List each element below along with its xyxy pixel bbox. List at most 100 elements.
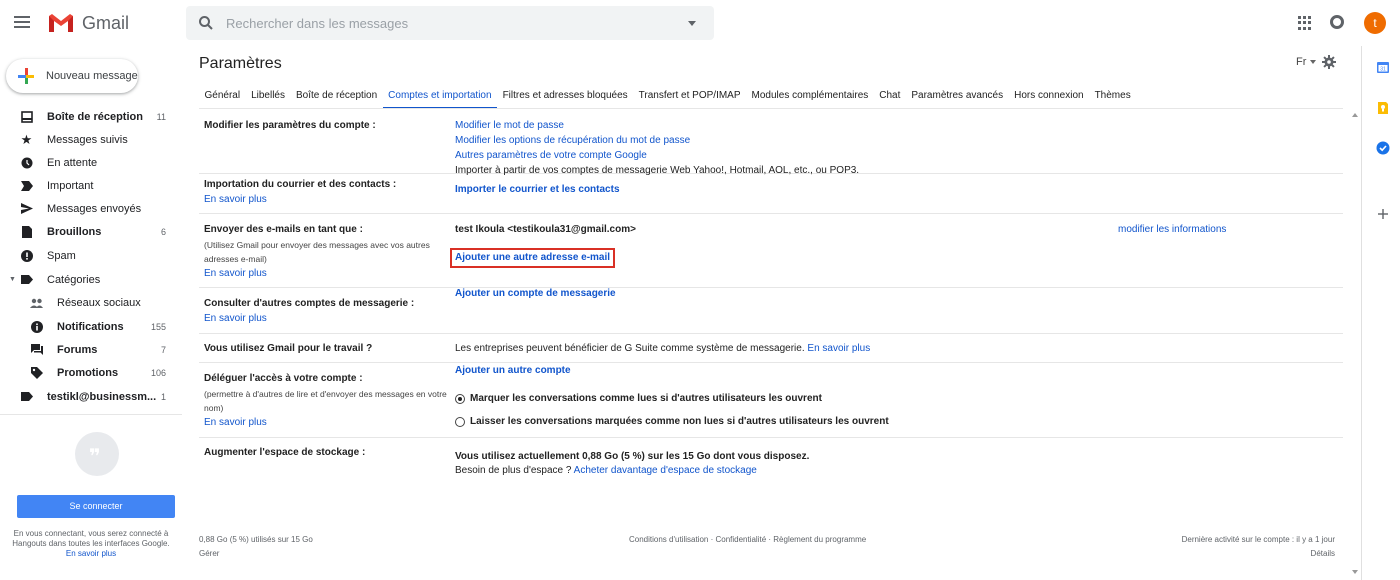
sidebar-item-promotions[interactable]: Promotions 106	[0, 361, 180, 384]
tab-filters[interactable]: Filtres et adresses bloquées	[497, 87, 633, 109]
scroll-up-icon[interactable]	[1352, 113, 1358, 117]
compose-button[interactable]: Nouveau message	[6, 59, 138, 93]
send-as-description: (Utilisez Gmail pour envoyer des message…	[204, 240, 430, 264]
tab-offline[interactable]: Hors connexion	[1009, 87, 1089, 109]
google-account-settings-link[interactable]: Autres paramètres de votre compte Google	[455, 150, 647, 161]
sidebar-item-label: Réseaux sociaux	[57, 296, 141, 309]
sidebar-item-snoozed[interactable]: En attente	[0, 151, 180, 174]
search-icon[interactable]	[198, 15, 214, 31]
storage-usage: Vous utilisez actuellement 0,88 Go (5 %)…	[455, 451, 810, 462]
calendar-icon[interactable]: 31	[1376, 60, 1390, 74]
footer-storage: 0,88 Go (5 %) utilisés sur 15 Go	[199, 535, 313, 544]
send-as-learn-more-link[interactable]: En savoir plus	[204, 268, 267, 279]
hangouts-info: En vous connectant, vous serez connecté …	[6, 529, 176, 559]
sidebar-item-label: Spam	[47, 249, 76, 262]
row-divider	[199, 287, 1343, 288]
sidebar-item-social[interactable]: Réseaux sociaux	[0, 291, 180, 314]
info-icon	[30, 320, 43, 333]
tag-icon	[30, 366, 43, 379]
star-icon: ★	[20, 131, 33, 147]
sidebar-item-custom-label[interactable]: testikl@businessm... 1	[0, 385, 180, 408]
buy-storage-link[interactable]: Acheter davantage d'espace de stockage	[574, 465, 757, 476]
sidebar-item-label: En attente	[47, 156, 98, 169]
delegate-label: Déléguer l'accès à votre compte :	[204, 373, 363, 384]
import-learn-more-link[interactable]: En savoir plus	[204, 194, 267, 205]
tab-inbox[interactable]: Boîte de réception	[291, 87, 383, 109]
sidebar-item-count: 155	[150, 321, 166, 332]
sidebar-item-label: Promotions	[57, 366, 119, 379]
tab-accounts-import[interactable]: Comptes et importation	[382, 87, 498, 109]
sidebar-item-label: Brouillons	[47, 225, 102, 238]
work-learn-more-link[interactable]: En savoir plus	[807, 343, 870, 354]
change-password-link[interactable]: Modifier le mot de passe	[455, 120, 564, 131]
scrollbar[interactable]	[1349, 108, 1361, 578]
tabs-divider	[199, 108, 1343, 109]
label-icon	[20, 390, 33, 403]
sidebar-item-count: 11	[156, 111, 166, 122]
gmail-logo[interactable]: Gmail	[48, 11, 129, 35]
tab-chat[interactable]: Chat	[874, 87, 906, 109]
search-options-icon[interactable]	[688, 21, 696, 26]
tab-forwarding[interactable]: Transfert et POP/IMAP	[633, 87, 746, 109]
sidebar-item-count: 1	[160, 391, 166, 402]
hangouts-learn-more-link[interactable]: En savoir plus	[66, 549, 116, 558]
sidebar-item-forums[interactable]: Forums 7	[0, 338, 180, 361]
import-mail-contacts-link[interactable]: Importer le courrier et les contacts	[455, 184, 620, 195]
search-input[interactable]	[226, 14, 666, 32]
search-bar[interactable]	[186, 6, 714, 40]
main-menu-icon[interactable]	[14, 13, 32, 31]
other-accounts-learn-more-link[interactable]: En savoir plus	[204, 313, 267, 324]
tab-advanced[interactable]: Paramètres avancés	[906, 87, 1009, 109]
notifications-icon[interactable]	[1330, 15, 1344, 29]
tab-themes[interactable]: Thèmes	[1089, 87, 1136, 109]
sidebar-item-label: Messages suivis	[47, 133, 128, 146]
add-email-address-link[interactable]: Ajouter une autre adresse e-mail	[450, 248, 616, 268]
avatar[interactable]: t	[1364, 12, 1386, 34]
spam-icon	[20, 249, 33, 262]
work-label: Vous utilisez Gmail pour le travail ?	[204, 343, 373, 354]
sidebar-item-drafts[interactable]: Brouillons 6	[0, 220, 180, 243]
compose-label: Nouveau message	[46, 70, 138, 82]
sidebar-item-starred[interactable]: ★ Messages suivis	[0, 128, 180, 151]
gear-icon[interactable]	[1322, 55, 1336, 69]
keep-unread-radio[interactable]	[455, 417, 465, 427]
sidebar-item-spam[interactable]: Spam	[0, 244, 180, 267]
delegate-learn-more-link[interactable]: En savoir plus	[204, 417, 267, 428]
row-divider	[199, 213, 1343, 214]
add-delegate-account-link[interactable]: Ajouter un autre compte	[455, 365, 571, 376]
sidebar-item-categories[interactable]: ▼ Catégories	[0, 268, 180, 291]
mark-read-option-label[interactable]: Marquer les conversations comme lues si …	[470, 393, 822, 404]
scroll-down-icon[interactable]	[1352, 570, 1358, 574]
footer-manage-link[interactable]: Gérer	[199, 549, 219, 558]
sidebar-item-updates[interactable]: Notifications 155	[0, 315, 180, 338]
mark-read-radio[interactable]	[455, 394, 465, 404]
keep-icon[interactable]	[1376, 101, 1390, 115]
sidebar-item-important[interactable]: Important	[0, 174, 180, 197]
edit-info-link[interactable]: modifier les informations	[1118, 224, 1226, 235]
sidebar-item-inbox[interactable]: Boîte de réception 11	[0, 105, 180, 128]
hangouts-signin-button[interactable]: Se connecter	[17, 495, 175, 518]
hangouts-info-text: En vous connectant, vous serez connecté …	[12, 529, 170, 548]
sidebar-item-label: testikl@businessm...	[47, 390, 157, 403]
sidebar-item-sent[interactable]: Messages envoyés	[0, 197, 180, 220]
hangouts-icon: ❞	[75, 432, 119, 476]
tab-general[interactable]: Général	[199, 87, 246, 109]
sidebar-item-label: Messages envoyés	[47, 202, 142, 215]
tab-labels[interactable]: Libellés	[246, 87, 291, 109]
add-addon-icon[interactable]	[1376, 207, 1390, 221]
work-description-text: Les entreprises peuvent bénéficier de G …	[455, 343, 805, 354]
expand-arrow-icon[interactable]: ▼	[9, 276, 16, 283]
recovery-options-link[interactable]: Modifier les options de récupération du …	[455, 135, 690, 146]
footer-links[interactable]: Conditions d'utilisation · Confidentiali…	[629, 535, 866, 544]
sidebar-item-count: 106	[150, 367, 166, 378]
footer-last-activity: Dernière activité sur le compte : il y a…	[1181, 535, 1335, 544]
language-selector[interactable]: Fr	[1296, 56, 1317, 68]
tab-addons[interactable]: Modules complémentaires	[746, 87, 874, 109]
keep-unread-option-label[interactable]: Laisser les conversations marquées comme…	[470, 416, 889, 427]
tasks-icon[interactable]	[1376, 141, 1390, 155]
footer-details-link[interactable]: Détails	[1311, 549, 1335, 558]
add-mail-account-link[interactable]: Ajouter un compte de messagerie	[455, 288, 616, 299]
apps-grid-icon[interactable]	[1298, 16, 1312, 30]
storage-need-more: Besoin de plus d'espace ?	[455, 465, 572, 476]
sidebar-item-label: Important	[47, 179, 94, 192]
